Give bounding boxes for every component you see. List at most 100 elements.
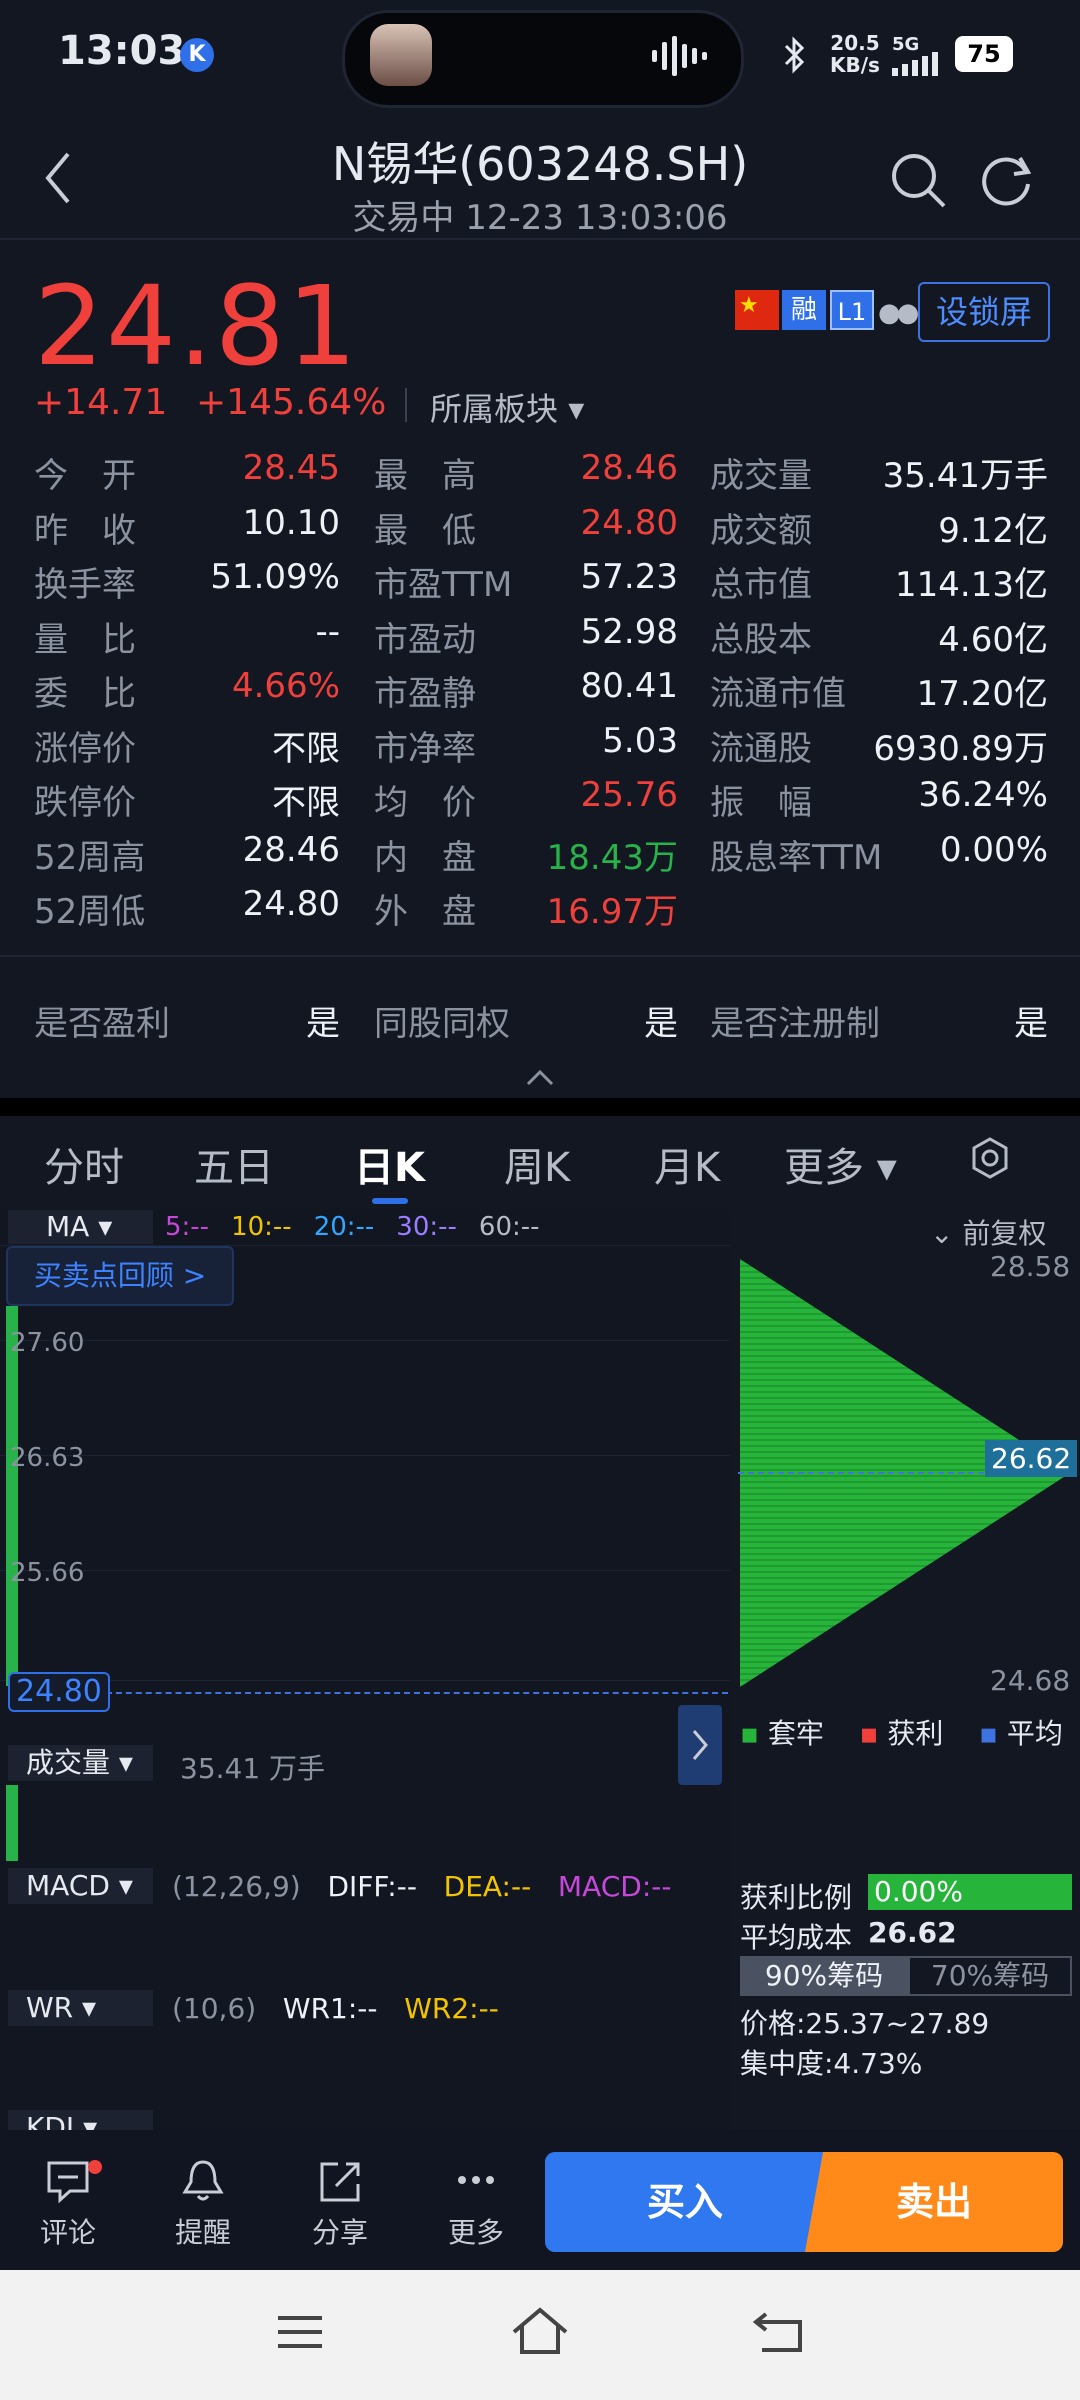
stat-label: 市盈静 [374, 674, 476, 714]
share-button[interactable]: 分享 [290, 2158, 390, 2251]
y-axis-label: 27.60 [10, 1328, 85, 1358]
adjust-selector[interactable]: ⌄ 前复权 [930, 1212, 1046, 1252]
stat-value: 9.12亿 [938, 510, 1048, 551]
level-badge: L1 [830, 290, 874, 330]
search-icon[interactable] [888, 150, 948, 214]
tab-chip-70[interactable]: 70%筹码 [908, 1956, 1072, 1996]
stat-value: 4.66% [231, 666, 340, 706]
last-price-line [96, 1692, 728, 1694]
expand-chart-button[interactable] [678, 1705, 722, 1785]
wr-selector[interactable]: WR ▾ [8, 1990, 153, 2026]
stat-value: 51.09% [210, 557, 340, 597]
flag-label: 是否注册制 [710, 1004, 880, 1044]
stat-label: 市盈动 [374, 619, 476, 660]
more-dots-icon[interactable]: ●● [878, 298, 919, 328]
divider [0, 238, 1080, 240]
comment-icon [47, 2161, 89, 2204]
lock-screen-button[interactable]: 设锁屏 [918, 282, 1050, 342]
stat-value: 不限 [272, 728, 340, 769]
comment-button[interactable]: 评论 [18, 2158, 118, 2251]
tab-5[interactable]: 更多 ▾ [784, 1135, 897, 1193]
macd-selector[interactable]: MACD ▾ [8, 1868, 153, 1904]
tab-0[interactable]: 分时 [44, 1135, 124, 1193]
flag-value: 是 [644, 1004, 678, 1044]
ma-selector[interactable]: MA ▾ [8, 1210, 153, 1244]
stat-value: 28.46 [580, 448, 678, 488]
alert-button[interactable]: 提醒 [153, 2158, 253, 2251]
chip-legend: ▪ 套牢 ▪ 获利 ▪ 平均 [740, 1717, 1063, 1750]
stat-label: 昨 收 [34, 510, 136, 551]
chip-price-range: 价格:25.37~27.89 [740, 2007, 990, 2040]
tab-1[interactable]: 五日 [194, 1135, 274, 1193]
audio-wave-icon [650, 34, 710, 82]
stat-value: 24.80 [242, 884, 340, 924]
stat-value: 25.76 [580, 775, 678, 815]
menu-icon[interactable] [276, 2312, 324, 2356]
stat-value: 0.00% [939, 829, 1048, 870]
chip-top-price: 28.58 [990, 1250, 1071, 1283]
tab-2[interactable]: 日K [354, 1135, 425, 1193]
more-button[interactable]: 更多 [426, 2158, 526, 2251]
section-divider [0, 1098, 1080, 1116]
volume-selector[interactable]: 成交量 ▾ [8, 1745, 153, 1781]
price-bar [6, 1306, 18, 1686]
kdj-selector[interactable]: KDJ ▾ [8, 2110, 153, 2130]
stat-value: 114.13亿 [895, 565, 1048, 605]
stat-label: 跌停价 [34, 783, 136, 823]
back-nav-icon[interactable] [752, 2308, 806, 2358]
price-change-pct: +145.64% [196, 382, 387, 423]
price-change: +14.71 [34, 382, 168, 423]
flag-value: 是 [306, 1004, 340, 1044]
stat-value: 5.03 [602, 720, 678, 761]
flag-value: 是 [1014, 1004, 1048, 1044]
china-flag-icon: ★ [735, 290, 779, 330]
ma-value: 60:-- [478, 1212, 540, 1242]
sector-dropdown[interactable]: 所属板块 ▾ [430, 384, 584, 430]
tab-3[interactable]: 周K [504, 1135, 570, 1193]
profit-ratio-label: 获利比例 [740, 1881, 853, 1914]
settings-icon[interactable] [968, 1136, 1012, 1184]
stat-label: 均 价 [374, 783, 476, 823]
stat-label: 52周高 [34, 837, 146, 878]
chip-bottom-price: 24.68 [990, 1664, 1071, 1697]
stat-label: 52周低 [34, 892, 146, 932]
stat-label: 市净率 [374, 728, 476, 769]
volume-bar [6, 1785, 18, 1861]
buy-button[interactable]: 买入 [545, 2152, 825, 2252]
macd-values: (12,26,9) DIFF:-- DEA:-- MACD:-- [172, 1870, 672, 1903]
stat-label: 成交额 [710, 510, 812, 551]
margin-badge: 融 [782, 290, 826, 330]
refresh-icon[interactable] [976, 150, 1036, 214]
stat-label: 最 高 [374, 456, 476, 496]
bell-icon [182, 2160, 224, 2201]
stat-label: 换手率 [34, 565, 136, 605]
stat-value: 24.80 [580, 502, 678, 543]
volume-value: 35.41 万手 [180, 1752, 326, 1785]
avg-cost-label: 平均成本 [740, 1921, 853, 1954]
stat-value: 57.23 [580, 557, 678, 597]
stat-label: 外 盘 [374, 892, 476, 932]
flag-label: 同股同权 [374, 1004, 510, 1044]
last-price-label: 24.80 [8, 1672, 110, 1712]
tab-4[interactable]: 月K [654, 1135, 720, 1193]
stat-label: 涨停价 [34, 728, 136, 769]
notification-dot [88, 2160, 102, 2174]
sell-button[interactable]: 卖出 [805, 2152, 1063, 2252]
active-tab-indicator [372, 1198, 408, 1204]
wr-values: (10,6) WR1:-- WR2:-- [172, 1992, 499, 2025]
net-speed: 20.5 KB/s [830, 31, 880, 77]
profit-ratio-bar: 0.00% [868, 1874, 1072, 1910]
collapse-icon[interactable] [524, 1068, 556, 1092]
stat-value: 28.46 [242, 829, 340, 870]
home-icon[interactable] [508, 2306, 572, 2360]
bluetooth-icon [782, 36, 808, 78]
flag-label: 是否盈利 [34, 1004, 170, 1044]
chip-distribution-chart [738, 1255, 1073, 1699]
stat-label: 流通市值 [710, 674, 846, 714]
stat-label: 总市值 [710, 565, 812, 605]
stat-value: 80.41 [580, 666, 678, 706]
stat-value: 4.60亿 [938, 619, 1048, 660]
tab-chip-90[interactable]: 90%筹码 [740, 1956, 908, 1996]
trade-review-button[interactable]: 买卖点回顾 > [6, 1246, 234, 1306]
stat-value: 36.24% [918, 775, 1048, 815]
